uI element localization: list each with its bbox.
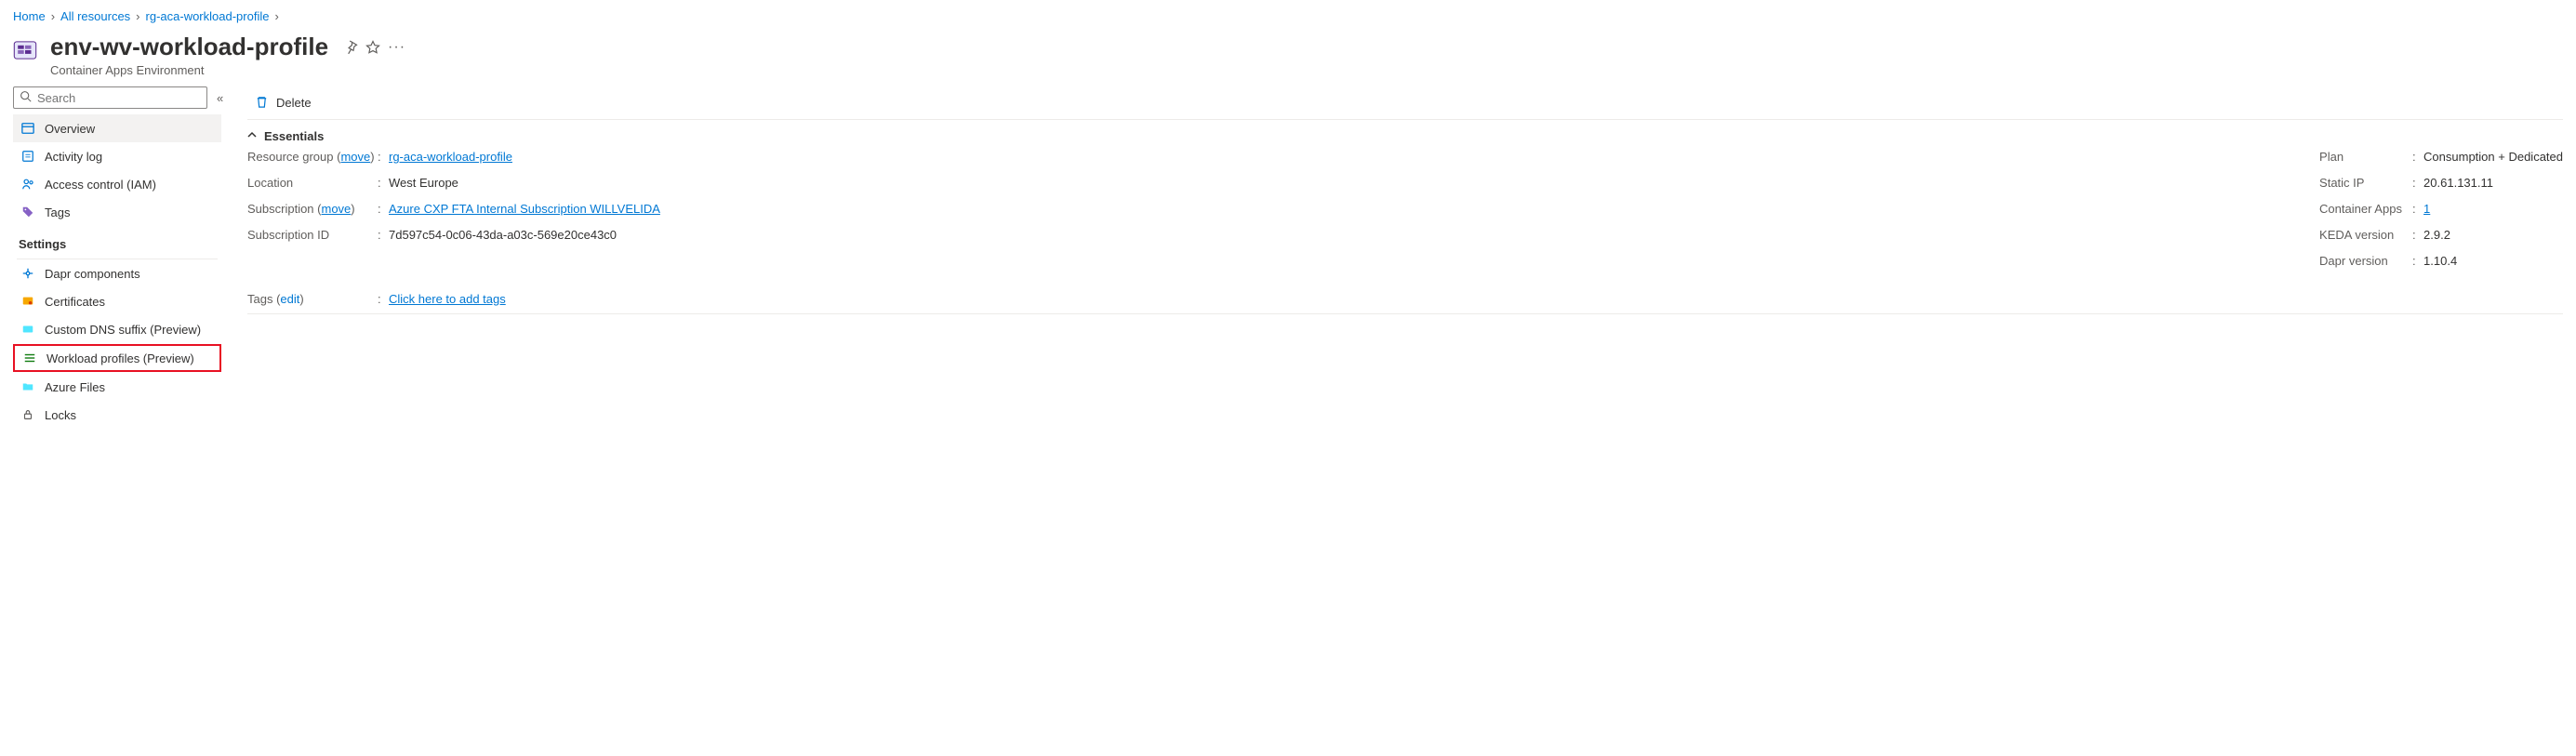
more-icon[interactable]: ···	[388, 39, 405, 56]
locks-icon	[20, 407, 35, 422]
sidebar-item-workload-profiles[interactable]: Workload profiles (Preview)	[13, 344, 221, 372]
dapr-value: 1.10.4	[2423, 253, 2457, 270]
kv-dapr: Dapr version : 1.10.4	[2319, 253, 2563, 270]
essentials-heading: Essentials	[264, 129, 324, 143]
delete-label: Delete	[276, 96, 312, 110]
sidebar-item-access-control[interactable]: Access control (IAM)	[13, 170, 221, 198]
kv-subscription: Subscription (move) : Azure CXP FTA Inte…	[247, 201, 805, 218]
chevron-right-icon: ›	[274, 9, 278, 23]
sidebar: « Overview Activity log Access control (…	[13, 86, 221, 429]
sidebar-item-tags[interactable]: Tags	[13, 198, 221, 226]
sidebar-item-label: Locks	[45, 408, 76, 422]
resource-group-link[interactable]: rg-aca-workload-profile	[389, 150, 512, 164]
sidebar-item-label: Azure Files	[45, 380, 105, 394]
chevron-right-icon: ›	[51, 9, 55, 23]
page-title: env-wv-workload-profile	[50, 33, 328, 61]
access-control-icon	[20, 177, 35, 192]
sidebar-search[interactable]	[13, 86, 207, 109]
breadcrumb-rg[interactable]: rg-aca-workload-profile	[146, 9, 270, 23]
container-apps-env-icon	[13, 38, 37, 62]
dns-icon	[20, 322, 35, 337]
star-icon[interactable]	[365, 40, 380, 55]
sidebar-item-dapr-components[interactable]: Dapr components	[13, 259, 221, 287]
chevron-right-icon: ›	[136, 9, 139, 23]
sidebar-item-custom-dns-suffix[interactable]: Custom DNS suffix (Preview)	[13, 315, 221, 343]
sidebar-item-label: Tags	[45, 206, 70, 219]
dapr-icon	[20, 266, 35, 281]
plan-value: Consumption + Dedicated	[2423, 149, 2563, 166]
delete-button[interactable]: Delete	[247, 95, 319, 112]
subscription-id-value: 7d597c54-0c06-43da-a03c-569e20ce43c0	[389, 227, 617, 244]
sidebar-item-label: Activity log	[45, 150, 102, 164]
essentials-grid: Resource group (move) : rg-aca-workload-…	[247, 149, 2563, 277]
sidebar-item-azure-files[interactable]: Azure Files	[13, 373, 221, 401]
move-rg-link[interactable]: move	[340, 150, 370, 164]
sidebar-item-locks[interactable]: Locks	[13, 401, 221, 429]
pin-icon[interactable]	[343, 40, 358, 55]
subscription-link[interactable]: Azure CXP FTA Internal Subscription WILL…	[389, 202, 660, 216]
search-icon	[20, 90, 32, 105]
kv-resource-group: Resource group (move) : rg-aca-workload-…	[247, 149, 805, 166]
kv-static-ip: Static IP : 20.61.131.11	[2319, 175, 2563, 192]
essentials-toggle[interactable]: Essentials	[247, 120, 2563, 149]
kv-container-apps: Container Apps : 1	[2319, 201, 2563, 218]
kv-keda: KEDA version : 2.9.2	[2319, 227, 2563, 244]
container-apps-link[interactable]: 1	[2423, 202, 2430, 216]
keda-value: 2.9.2	[2423, 227, 2450, 244]
page-header: env-wv-workload-profile ··· Container Ap…	[0, 27, 2576, 86]
resource-type-label: Container Apps Environment	[50, 63, 405, 77]
kv-subscription-id: Subscription ID : 7d597c54-0c06-43da-a03…	[247, 227, 805, 244]
edit-tags-link[interactable]: edit	[280, 292, 299, 306]
sidebar-item-label: Overview	[45, 122, 95, 136]
sidebar-item-label: Certificates	[45, 295, 105, 309]
command-bar: Delete	[247, 86, 2563, 120]
sidebar-item-label: Workload profiles (Preview)	[46, 351, 194, 365]
chevron-down-icon	[247, 129, 257, 143]
breadcrumb-home[interactable]: Home	[13, 9, 46, 23]
certificates-icon	[20, 294, 35, 309]
azure-files-icon	[20, 379, 35, 394]
add-tags-link[interactable]: Click here to add tags	[389, 292, 506, 306]
kv-plan: Plan : Consumption + Dedicated	[2319, 149, 2563, 166]
breadcrumb-all-resources[interactable]: All resources	[60, 9, 130, 23]
breadcrumb: Home › All resources › rg-aca-workload-p…	[0, 0, 2576, 27]
sidebar-item-activity-log[interactable]: Activity log	[13, 142, 221, 170]
sidebar-item-label: Access control (IAM)	[45, 178, 156, 192]
tags-icon	[20, 205, 35, 219]
sidebar-heading-settings: Settings	[13, 226, 221, 255]
activity-log-icon	[20, 149, 35, 164]
delete-icon	[255, 95, 269, 112]
sidebar-item-label: Dapr components	[45, 267, 140, 281]
main-content: Delete Essentials Resource group (move) …	[221, 86, 2563, 429]
move-sub-link[interactable]: move	[321, 202, 351, 216]
overview-icon	[20, 121, 35, 136]
static-ip-value: 20.61.131.11	[2423, 175, 2493, 192]
tags-row: Tags (edit) : Click here to add tags	[247, 277, 2563, 314]
search-input[interactable]	[37, 91, 201, 105]
workload-profiles-icon	[22, 351, 37, 365]
kv-location: Location : West Europe	[247, 175, 805, 192]
sidebar-item-certificates[interactable]: Certificates	[13, 287, 221, 315]
sidebar-item-label: Custom DNS suffix (Preview)	[45, 323, 201, 337]
location-value: West Europe	[389, 175, 458, 192]
sidebar-item-overview[interactable]: Overview	[13, 114, 221, 142]
